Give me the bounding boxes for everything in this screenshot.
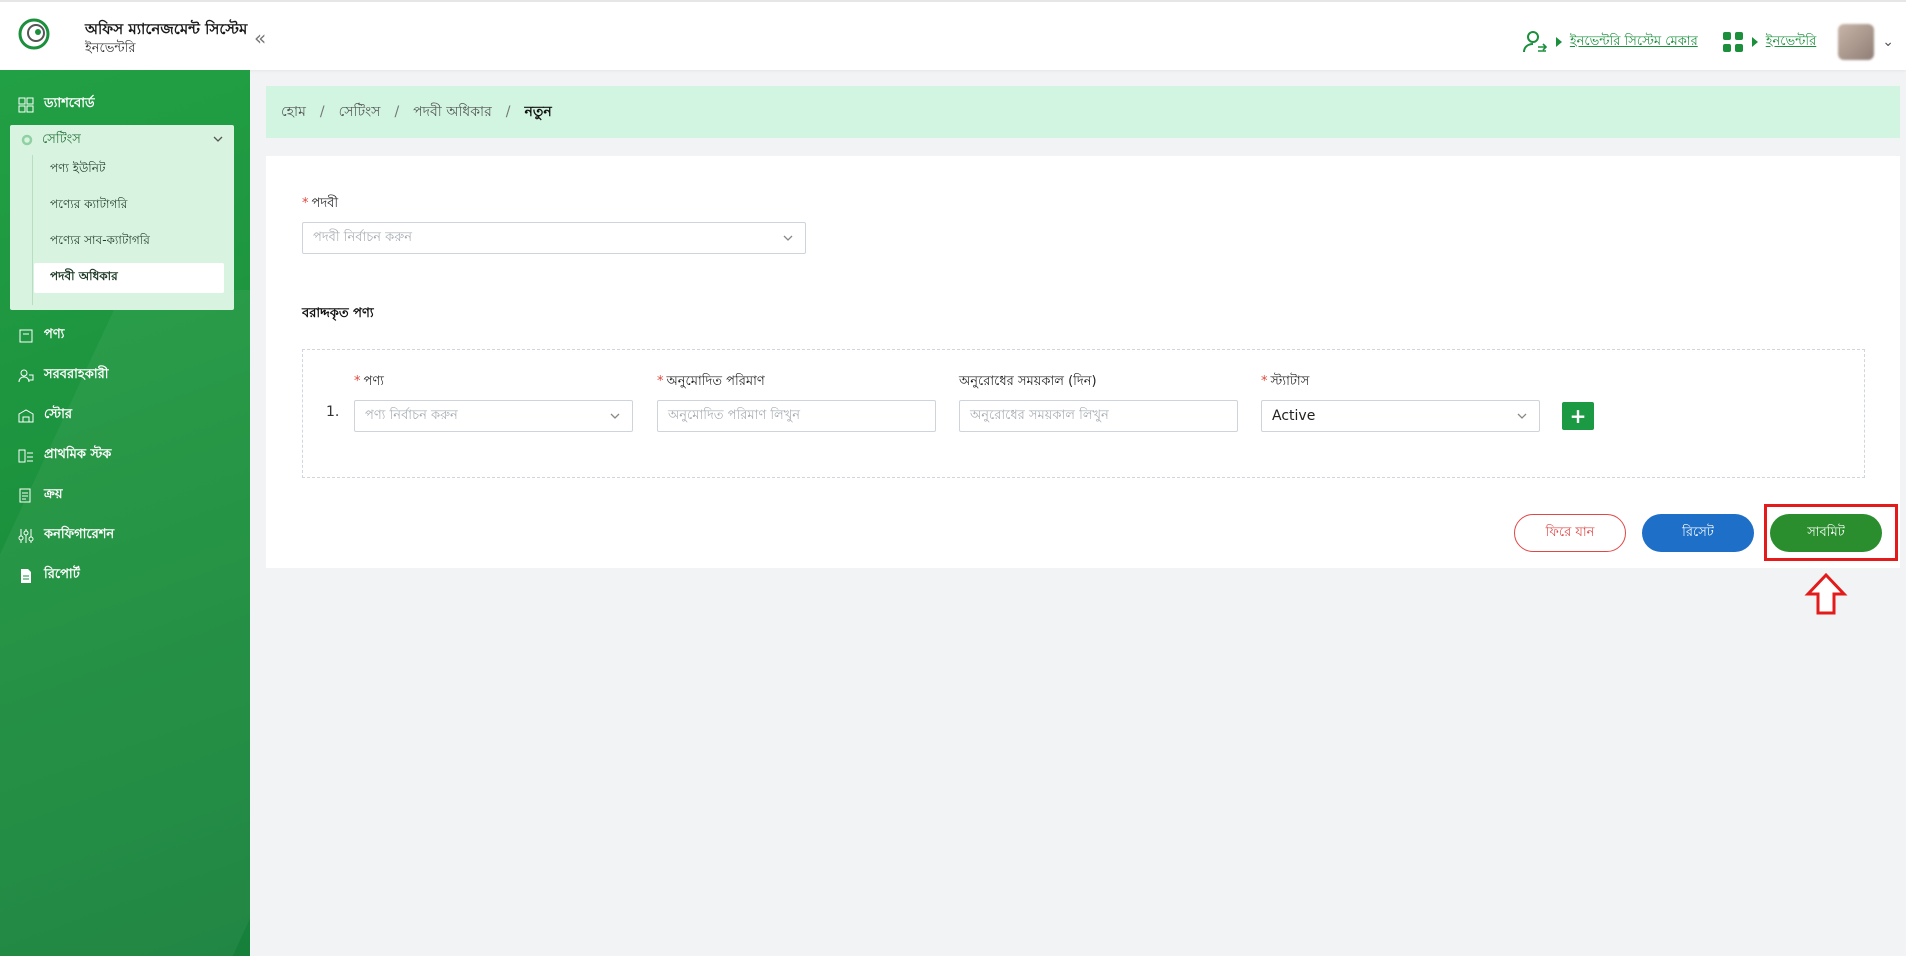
required-asterisk: * bbox=[302, 196, 309, 211]
user-role-link[interactable]: ইনভেন্টরি সিস্টেম মেকার bbox=[1570, 32, 1698, 53]
product-select[interactable]: পণ্য নির্বাচন করুন bbox=[354, 400, 633, 432]
sidebar-item-label: স্টোর bbox=[44, 407, 72, 422]
sidebar: ড্যাশবোর্ড সেটিংস পণ্য ইউনিট পণ্যের ক্যা… bbox=[0, 70, 250, 956]
sidebar-subitem-product-subcategory[interactable]: পণ্যের সাব-ক্যাটাগরি bbox=[34, 227, 224, 257]
request-period-placeholder: অনুরোধের সময়কাল লিখুন bbox=[970, 407, 1109, 423]
required-asterisk: * bbox=[354, 374, 361, 389]
sidebar-subitem-label: পণ্য ইউনিট bbox=[50, 161, 106, 175]
sidebar-item-settings[interactable]: সেটিংস bbox=[10, 125, 234, 155]
sidebar-item-label: সরবরাহকারী bbox=[44, 367, 109, 382]
user-switch-icon bbox=[1522, 31, 1548, 53]
request-period-input[interactable]: অনুরোধের সময়কাল লিখুন bbox=[959, 400, 1238, 432]
product-label-text: পণ্য bbox=[363, 374, 384, 389]
breadcrumb: হোম / সেটিংস / পদবী অধিকার / নতুন bbox=[266, 86, 1900, 138]
supplier-icon bbox=[18, 369, 34, 382]
form-card: * পদবী পদবী নির্বাচন করুন বরাদ্দকৃত পণ্য … bbox=[266, 156, 1900, 568]
collapse-sidebar-icon[interactable]: « bbox=[254, 26, 266, 50]
modules-grid-icon[interactable] bbox=[1722, 31, 1744, 53]
breadcrumb-home-link[interactable]: হোম bbox=[281, 100, 306, 124]
product-label: * পণ্য bbox=[354, 372, 384, 393]
top-right-nav: ইনভেন্টরি সিস্টেম মেকার ইনভেন্টরি ⌄ bbox=[1522, 24, 1894, 60]
chevron-right-icon bbox=[1555, 37, 1562, 47]
top-bar: অফিস ম্যানেজমেন্ট সিস্টেম ইনভেন্টরি « ইন… bbox=[0, 0, 1906, 70]
submenu-divider bbox=[32, 155, 33, 305]
back-button[interactable]: ফিরে যান bbox=[1514, 514, 1626, 552]
sidebar-item-configuration[interactable]: কনফিগারেশন bbox=[18, 525, 114, 546]
status-label: * স্ট্যাটাস bbox=[1261, 372, 1309, 393]
sidebar-item-label: ক্রয় bbox=[44, 487, 63, 502]
sidebar-item-label: ড্যাশবোর্ড bbox=[44, 96, 95, 111]
breadcrumb-designation-rights-link[interactable]: পদবী অধিকার bbox=[413, 100, 492, 124]
product-box-icon bbox=[19, 329, 33, 342]
sidebar-item-initial-stock[interactable]: প্রাথমিক স্টক bbox=[18, 445, 111, 466]
approved-qty-input[interactable]: অনুমোদিত পরিমাণ লিখুন bbox=[657, 400, 936, 432]
sidebar-item-label: সেটিংস bbox=[42, 131, 81, 147]
sidebar-subitem-label: পণ্যের সাব-ক্যাটাগরি bbox=[50, 233, 150, 247]
organization-logo-icon bbox=[18, 18, 50, 50]
app-subtitle: ইনভেন্টরি bbox=[85, 41, 136, 56]
status-select-value: Active bbox=[1272, 408, 1316, 424]
gear-icon bbox=[21, 134, 33, 146]
allocated-products-title: বরাদ্দকৃত পণ্য bbox=[302, 306, 374, 321]
sidebar-item-label: প্রাথমিক স্টক bbox=[44, 447, 112, 462]
sidebar-subitem-product-category[interactable]: পণ্যের ক্যাটাগরি bbox=[34, 191, 224, 221]
required-asterisk: * bbox=[1261, 374, 1268, 389]
chevron-down-icon bbox=[1517, 413, 1527, 419]
dashboard-icon bbox=[18, 97, 34, 112]
chevron-right-icon bbox=[1751, 37, 1758, 47]
report-document-icon bbox=[21, 568, 31, 583]
designation-select[interactable]: পদবী নির্বাচন করুন bbox=[302, 222, 806, 254]
sidebar-item-dashboard[interactable]: ড্যাশবোর্ড bbox=[18, 94, 95, 115]
breadcrumb-separator: / bbox=[505, 104, 511, 120]
product-select-placeholder: পণ্য নির্বাচন করুন bbox=[365, 407, 458, 423]
chevron-down-icon bbox=[783, 235, 793, 241]
sidebar-subitem-label: পণ্যের ক্যাটাগরি bbox=[50, 197, 128, 211]
sidebar-item-product[interactable]: পণ্য bbox=[18, 325, 64, 346]
sidebar-item-supplier[interactable]: সরবরাহকারী bbox=[18, 365, 108, 386]
sidebar-item-label: পণ্য bbox=[44, 327, 65, 342]
status-label-text: স্ট্যাটাস bbox=[1270, 374, 1310, 389]
sidebar-item-label: রিপোর্ট bbox=[44, 567, 80, 582]
chevron-down-icon[interactable]: ⌄ bbox=[1882, 34, 1894, 50]
breadcrumb-separator: / bbox=[319, 104, 325, 120]
designation-label: * পদবী bbox=[302, 194, 338, 215]
sidebar-item-report[interactable]: রিপোর্ট bbox=[18, 565, 80, 586]
sidebar-subitem-product-unit[interactable]: পণ্য ইউনিট bbox=[34, 155, 224, 185]
sidebar-item-label: কনফিগারেশন bbox=[44, 527, 115, 542]
sidebar-subitem-label: পদবী অধিকার bbox=[50, 269, 118, 283]
approved-qty-placeholder: অনুমোদিত পরিমাণ লিখুন bbox=[668, 407, 801, 423]
arrow-up-icon bbox=[1804, 572, 1848, 615]
add-row-button[interactable]: + bbox=[1562, 402, 1594, 430]
status-select[interactable]: Active bbox=[1261, 400, 1540, 432]
sliders-icon bbox=[18, 528, 34, 543]
approved-qty-label-text: অনুমোদিত পরিমাণ bbox=[666, 374, 765, 389]
reset-button[interactable]: রিসেট bbox=[1642, 514, 1754, 552]
sidebar-subitem-designation-rights[interactable]: পদবী অধিকার bbox=[34, 263, 224, 293]
breadcrumb-current: নতুন bbox=[524, 104, 552, 120]
breadcrumb-separator: / bbox=[394, 104, 400, 120]
chevron-down-icon bbox=[213, 136, 223, 142]
request-period-label: অনুরোধের সময়কাল (দিন) bbox=[959, 374, 1097, 389]
avatar[interactable] bbox=[1838, 24, 1875, 60]
purchase-icon bbox=[19, 488, 31, 502]
sidebar-item-purchase[interactable]: ক্রয় bbox=[18, 485, 63, 506]
breadcrumb-settings-link[interactable]: সেটিংস bbox=[339, 100, 381, 124]
chevron-down-icon bbox=[610, 413, 620, 419]
required-asterisk: * bbox=[657, 374, 664, 389]
designation-select-placeholder: পদবী নির্বাচন করুন bbox=[313, 229, 412, 245]
module-link[interactable]: ইনভেন্টরি bbox=[1766, 32, 1817, 53]
designation-label-text: পদবী bbox=[311, 196, 339, 211]
store-icon bbox=[18, 408, 34, 422]
approved-qty-label: * অনুমোদিত পরিমাণ bbox=[657, 372, 765, 393]
stock-icon bbox=[18, 449, 33, 462]
submit-highlight-box bbox=[1764, 504, 1898, 561]
sidebar-item-store[interactable]: স্টোর bbox=[18, 405, 72, 426]
row-number: 1. bbox=[326, 404, 340, 420]
settings-submenu: সেটিংস পণ্য ইউনিট পণ্যের ক্যাটাগরি পণ্যে… bbox=[10, 125, 234, 310]
